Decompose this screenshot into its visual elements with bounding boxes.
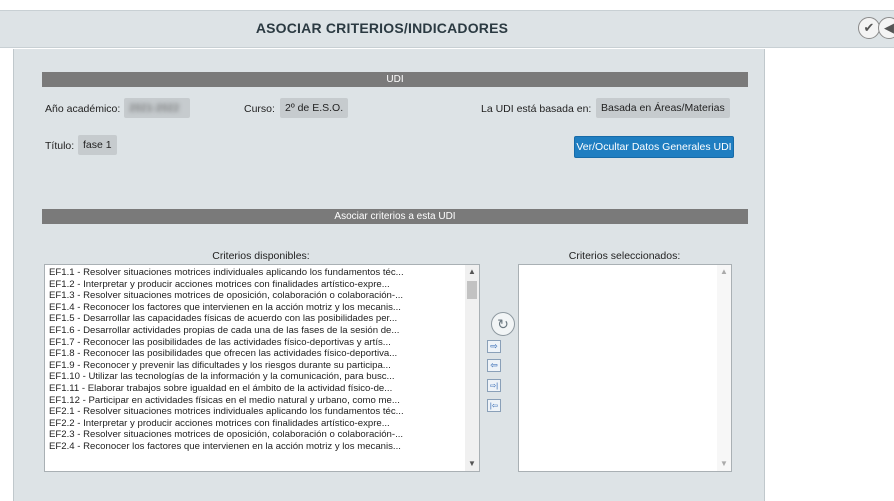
anio-value: 2021-2022 — [124, 98, 190, 118]
list-item[interactable]: EF2.1 - Resolver situaciones motrices in… — [49, 406, 479, 418]
list-item[interactable]: EF1.5 - Desarrollar las capacidades físi… — [49, 313, 479, 325]
scroll-up-icon[interactable]: ▲ — [465, 266, 479, 278]
list-item[interactable]: EF2.2 - Interpretar y producir acciones … — [49, 418, 479, 430]
disponibles-title: Criterios disponibles: — [212, 250, 310, 262]
scroll-thumb[interactable] — [467, 281, 477, 299]
list-scrollbar[interactable]: ▲ ▼ — [465, 265, 479, 471]
titulo-value: fase 1 — [78, 135, 117, 155]
add-all-button[interactable]: ⇨| — [487, 379, 501, 392]
titulo-label: Título: — [45, 140, 75, 152]
list-item[interactable]: EF1.2 - Interpretar y producir acciones … — [49, 279, 479, 291]
asociar-section-header: Asociar criterios a esta UDI — [42, 209, 748, 224]
scroll-down-icon[interactable]: ▼ — [465, 458, 479, 470]
title-bar: ASOCIAR CRITERIOS/INDICADORES ✔ ◀ — [0, 10, 894, 48]
scroll-up-icon[interactable]: ▲ — [717, 266, 731, 278]
scroll-down-icon[interactable]: ▼ — [717, 458, 731, 470]
basada-value: Basada en Áreas/Materias — [596, 98, 730, 118]
confirm-button[interactable]: ✔ — [858, 17, 880, 39]
criterios-seleccionados-list[interactable]: ▲ ▼ — [518, 264, 732, 472]
list-item[interactable]: EF1.9 - Reconocer y prevenir las dificul… — [49, 360, 479, 372]
list-item[interactable]: EF1.4 - Reconocer los factores que inter… — [49, 302, 479, 314]
main-panel: UDI Año académico: 2021-2022 Curso: 2º d… — [13, 49, 765, 501]
back-arrow-icon: ◀ — [884, 20, 894, 35]
back-button[interactable]: ◀ — [878, 17, 894, 39]
basada-label: La UDI está basada en: — [481, 103, 592, 115]
udi-section-header: UDI — [42, 72, 748, 87]
seleccionados-title: Criterios seleccionados: — [568, 250, 681, 262]
list-item[interactable]: EF1.12 - Participar en actividades físic… — [49, 395, 479, 407]
curso-label: Curso: — [244, 103, 275, 115]
refresh-button[interactable]: ↻ — [491, 312, 515, 336]
remove-all-button[interactable]: |⇦ — [487, 399, 501, 412]
list-item[interactable]: EF1.7 - Reconocer las posibilidades de l… — [49, 337, 479, 349]
check-icon: ✔ — [863, 20, 875, 35]
window-title: ASOCIAR CRITERIOS/INDICADORES — [255, 20, 509, 36]
criterios-disponibles-list[interactable]: EF1.1 - Resolver situaciones motrices in… — [44, 264, 480, 472]
list-item[interactable]: EF1.6 - Desarrollar actividades propias … — [49, 325, 479, 337]
toggle-general-data-button[interactable]: Ver/Ocultar Datos Generales UDI — [574, 136, 734, 158]
selected-scrollbar[interactable]: ▲ ▼ — [717, 265, 731, 471]
curso-value: 2º de E.S.O. — [280, 98, 349, 118]
list-item[interactable]: EF2.3 - Resolver situaciones motrices de… — [49, 429, 479, 441]
add-one-button[interactable]: ⇨ — [487, 340, 501, 353]
list-item[interactable]: EF1.1 - Resolver situaciones motrices in… — [49, 267, 479, 279]
list-item[interactable]: EF1.3 - Resolver situaciones motrices de… — [49, 290, 479, 302]
list-item[interactable]: EF1.8 - Reconocer las posibilidades que … — [49, 348, 479, 360]
list-item[interactable]: EF1.10 - Utilizar las tecnologías de la … — [49, 371, 479, 383]
list-item[interactable]: EF1.11 - Elaborar trabajos sobre igualda… — [49, 383, 479, 395]
remove-one-button[interactable]: ⇦ — [487, 359, 501, 372]
anio-label: Año académico: — [45, 103, 121, 115]
list-item[interactable]: EF2.4 - Reconocer los factores que inter… — [49, 441, 479, 453]
refresh-icon: ↻ — [497, 316, 509, 332]
